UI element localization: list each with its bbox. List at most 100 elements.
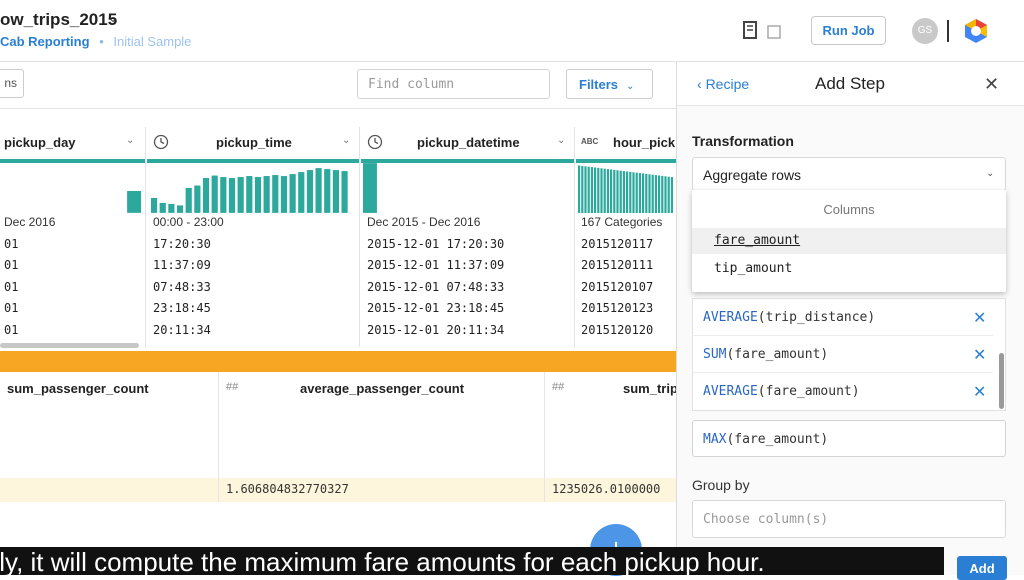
columns-button[interactable]: ns bbox=[0, 69, 24, 98]
histogram-bar[interactable] bbox=[651, 174, 654, 213]
histogram-bar[interactable] bbox=[168, 203, 175, 213]
dropdown-option[interactable]: fare_amount bbox=[692, 228, 1006, 254]
table-cell[interactable]: 2015-12-01 17:20:30 bbox=[367, 237, 504, 251]
function-input-text[interactable]: MAX(fare_amount) bbox=[703, 432, 828, 447]
column-pickup-time[interactable]: pickup_time ⌄ 00:00 - 23:00 17:20:30 11:… bbox=[147, 127, 360, 347]
close-icon[interactable]: ✕ bbox=[984, 74, 999, 95]
histogram-bar[interactable] bbox=[590, 167, 593, 213]
histogram-bar[interactable] bbox=[289, 174, 296, 213]
chevron-down-icon[interactable]: ⌄ bbox=[557, 135, 565, 146]
window-icon[interactable] bbox=[767, 25, 781, 39]
breadcrumb-sample[interactable]: Initial Sample bbox=[113, 34, 191, 49]
histogram-bar[interactable] bbox=[670, 177, 673, 213]
histogram-bar[interactable] bbox=[603, 168, 606, 213]
histogram-bar[interactable] bbox=[587, 166, 590, 213]
function-row[interactable]: AVERAGE(trip_distance) ✕ bbox=[693, 299, 993, 336]
histogram-bar[interactable] bbox=[254, 177, 262, 213]
histogram-bar[interactable] bbox=[638, 173, 641, 213]
table-cell[interactable]: 20:11:34 bbox=[153, 323, 211, 337]
histogram-bar[interactable] bbox=[654, 175, 657, 213]
chevron-down-icon[interactable]: ⌄ bbox=[126, 135, 134, 146]
table-cell[interactable]: 17:20:30 bbox=[153, 237, 211, 251]
histogram-bar[interactable] bbox=[667, 176, 670, 213]
table-cell[interactable]: 11:37:09 bbox=[153, 258, 211, 272]
histogram-bar[interactable] bbox=[211, 175, 218, 213]
histogram-bar[interactable] bbox=[610, 169, 613, 214]
add-step-button[interactable]: Add bbox=[957, 556, 1007, 580]
column-histogram[interactable] bbox=[0, 163, 145, 213]
histogram-bar[interactable] bbox=[600, 168, 603, 213]
histogram-bar[interactable] bbox=[619, 170, 622, 213]
table-cell[interactable]: 01 bbox=[4, 237, 18, 251]
find-column-input[interactable] bbox=[357, 69, 550, 99]
histogram-bar[interactable] bbox=[658, 175, 661, 214]
histogram-bar[interactable] bbox=[661, 175, 664, 213]
histogram-bar[interactable] bbox=[645, 173, 648, 213]
table-cell[interactable]: 2015120111 bbox=[581, 258, 653, 272]
histogram-bar[interactable] bbox=[635, 172, 638, 213]
dataset-title[interactable]: ow_trips_2015 bbox=[0, 10, 117, 30]
function-expression[interactable]: SUM(fare_amount) bbox=[703, 347, 828, 362]
preview-column[interactable]: sum_passenger_count bbox=[0, 372, 219, 502]
histogram-bar[interactable] bbox=[315, 168, 322, 213]
histogram-bar[interactable] bbox=[581, 165, 584, 213]
recipe-icons[interactable] bbox=[742, 20, 786, 42]
histogram-bar[interactable] bbox=[648, 174, 651, 213]
histogram-bar[interactable] bbox=[632, 172, 635, 213]
vertical-scrollbar[interactable] bbox=[999, 353, 1004, 409]
table-cell[interactable]: 2015-12-01 07:48:33 bbox=[367, 280, 504, 294]
remove-icon[interactable]: ✕ bbox=[973, 345, 986, 365]
avatar[interactable]: GS bbox=[912, 18, 938, 44]
breadcrumb-flow[interactable]: Cab Reporting bbox=[0, 34, 90, 49]
table-cell[interactable]: 01 bbox=[4, 301, 18, 315]
table-cell[interactable]: 01 bbox=[4, 258, 18, 272]
table-cell[interactable]: 23:18:45 bbox=[153, 301, 211, 315]
table-cell[interactable]: 2015-12-01 11:37:09 bbox=[367, 258, 504, 272]
remove-icon[interactable]: ✕ bbox=[973, 382, 986, 402]
column-histogram[interactable] bbox=[147, 163, 359, 213]
chevron-down-icon[interactable]: ⌄ bbox=[986, 168, 994, 179]
horizontal-scrollbar[interactable] bbox=[0, 343, 139, 348]
table-cell[interactable]: 07:48:33 bbox=[153, 280, 211, 294]
histogram-bar[interactable] bbox=[629, 171, 632, 213]
histogram-bar[interactable] bbox=[324, 169, 331, 213]
back-to-recipe-link[interactable]: ‹ Recipe bbox=[697, 76, 749, 92]
book-icon[interactable] bbox=[743, 21, 757, 39]
histogram-bar[interactable] bbox=[606, 169, 609, 213]
column-pickup-day[interactable]: pickup_day ⌄ Dec 2016 01 01 01 01 01 bbox=[0, 127, 146, 347]
histogram-bar[interactable] bbox=[642, 173, 645, 214]
histogram-bar[interactable] bbox=[202, 178, 210, 213]
dropdown-option[interactable]: tip_amount bbox=[692, 256, 1006, 282]
preview-column[interactable]: ## average_passenger_count 1.60680483277… bbox=[220, 372, 545, 502]
column-header[interactable]: pickup_day ⌄ bbox=[0, 127, 145, 163]
function-expression[interactable]: AVERAGE(fare_amount) bbox=[703, 384, 860, 399]
column-header[interactable]: pickup_time ⌄ bbox=[147, 127, 359, 163]
histogram-bar[interactable] bbox=[280, 176, 288, 213]
table-cell[interactable]: 2015-12-01 20:11:34 bbox=[367, 323, 504, 337]
histogram-bar[interactable] bbox=[220, 177, 227, 213]
column-header[interactable]: ABC hour_pick bbox=[576, 127, 676, 163]
histogram-bar[interactable] bbox=[341, 171, 348, 213]
remove-icon[interactable]: ✕ bbox=[973, 308, 986, 328]
histogram-bar[interactable] bbox=[237, 177, 244, 213]
histogram-bar[interactable] bbox=[613, 169, 616, 213]
histogram-bar[interactable] bbox=[306, 170, 314, 213]
transformation-select[interactable]: Aggregate rows ⌄ bbox=[692, 157, 1006, 191]
filters-button[interactable]: Filters ⌄ bbox=[566, 69, 653, 99]
table-cell[interactable]: 2015-12-01 23:18:45 bbox=[367, 301, 504, 315]
histogram-bar[interactable] bbox=[622, 171, 625, 213]
function-input[interactable]: MAX(fare_amount) bbox=[692, 420, 1006, 457]
histogram-bar[interactable] bbox=[626, 171, 629, 214]
table-cell[interactable]: 2015120107 bbox=[581, 280, 653, 294]
histogram-bar[interactable] bbox=[194, 185, 201, 213]
table-cell[interactable]: 2015120123 bbox=[581, 301, 653, 315]
group-by-input[interactable] bbox=[692, 500, 1006, 538]
column-pickup-datetime[interactable]: pickup_datetime ⌄ Dec 2015 - Dec 2016 20… bbox=[361, 127, 575, 347]
histogram-bar[interactable] bbox=[578, 165, 581, 214]
histogram-bar[interactable] bbox=[185, 188, 192, 213]
column-header[interactable]: pickup_datetime ⌄ bbox=[361, 127, 574, 163]
histogram-bar[interactable] bbox=[150, 197, 158, 213]
table-cell[interactable]: 01 bbox=[4, 323, 18, 337]
histogram-bar[interactable] bbox=[594, 167, 597, 214]
chevron-down-icon[interactable]: ⌄ bbox=[342, 135, 350, 146]
